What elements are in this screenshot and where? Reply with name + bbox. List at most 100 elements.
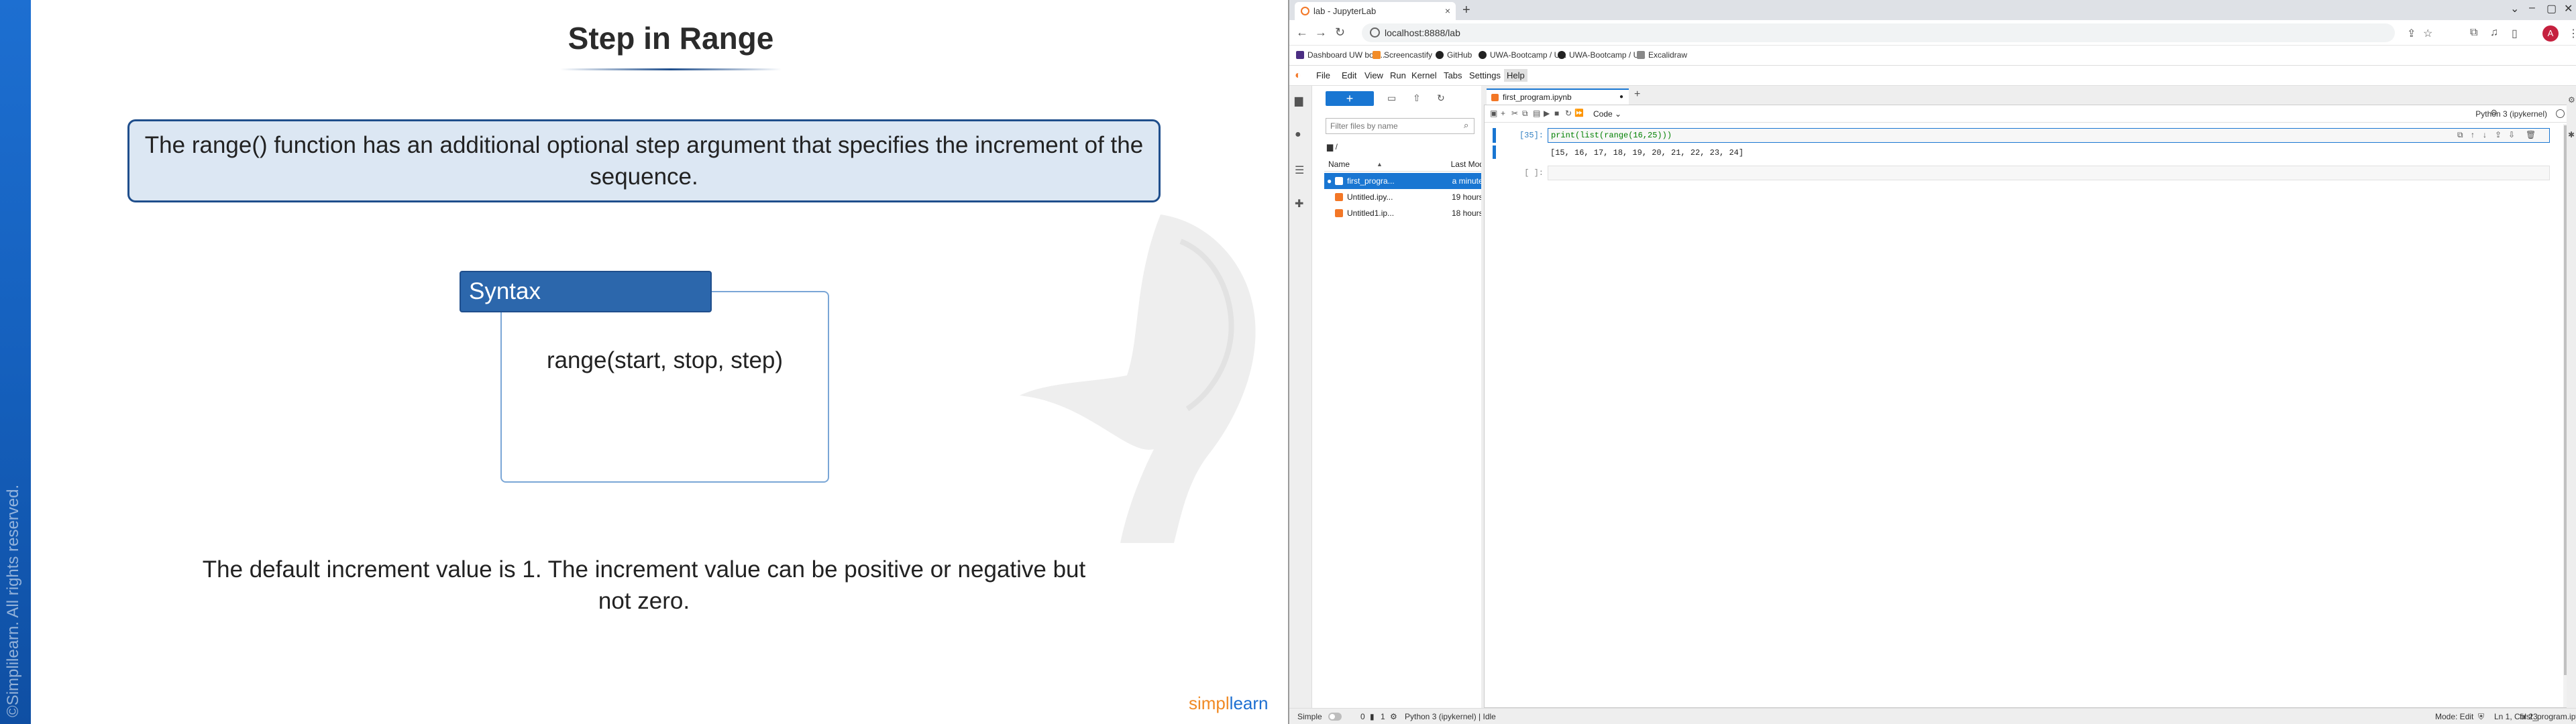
bookmark-item[interactable]: Dashboard UW boo... bbox=[1296, 50, 1385, 60]
paste-icon[interactable]: ▤ bbox=[1533, 109, 1540, 118]
copy-icon[interactable]: ⧉ bbox=[1522, 109, 1528, 119]
browser-tab[interactable]: lab - JupyterLab × bbox=[1295, 2, 1456, 20]
back-button[interactable]: ← bbox=[1296, 25, 1308, 40]
property-inspector-icon[interactable]: ⚙ bbox=[2568, 95, 2575, 105]
restart-icon[interactable]: ↻ bbox=[1565, 109, 1572, 118]
bookmark-item[interactable]: UWA-Bootcamp / U... bbox=[1558, 50, 1646, 60]
syntax-code: range(start, stop, step) bbox=[546, 347, 784, 373]
share-icon[interactable]: ⇪ bbox=[2407, 27, 2416, 40]
move-down-icon[interactable]: ↓ bbox=[2483, 130, 2487, 139]
kernel-name[interactable]: Python 3 (ipykernel) bbox=[2475, 109, 2547, 119]
code-cell-active[interactable]: [35]: print(list(range(16,25))) ⧉ ↑ ↓ ⇪ … bbox=[1487, 128, 2554, 162]
address-bar[interactable]: localhost:8888/lab bbox=[1362, 23, 2395, 42]
new-folder-icon[interactable]: ▭ bbox=[1387, 93, 1396, 104]
menu-help[interactable]: Help bbox=[1504, 69, 1527, 82]
bookmark-item[interactable]: UWA-Bootcamp / U... bbox=[1479, 50, 1566, 60]
code-cell[interactable]: [ ]: bbox=[1487, 166, 2554, 182]
star-icon[interactable]: ☆ bbox=[2423, 27, 2432, 40]
cell-output: [15, 16, 17, 18, 19, 20, 21, 22, 23, 24] bbox=[1550, 148, 1744, 158]
new-tab-button[interactable]: + bbox=[1462, 3, 1470, 18]
fast-forward-icon[interactable]: ⏩ bbox=[1574, 109, 1584, 117]
new-launcher-button[interactable]: + bbox=[1326, 91, 1374, 106]
document-tab-bar: first_program.ipynb ● + bbox=[1481, 86, 2576, 105]
tab-close-icon[interactable]: × bbox=[1445, 2, 1450, 20]
simple-mode-label: Simple bbox=[1297, 712, 1322, 721]
chevron-down-icon[interactable]: ⌄ bbox=[2510, 2, 2519, 15]
right-activity-bar: ⚙ ✱ bbox=[2567, 86, 2576, 709]
close-window-button[interactable]: ✕ bbox=[2564, 2, 2573, 15]
bookmark-item[interactable]: GitHub bbox=[1436, 50, 1472, 60]
status-file-name: first_program.ipynb bbox=[2520, 712, 2576, 721]
search-icon: ⌕ bbox=[1464, 120, 1469, 130]
unsaved-indicator-icon[interactable]: ● bbox=[1619, 90, 1623, 105]
notebook-icon bbox=[1335, 209, 1343, 217]
delete-cell-icon[interactable]: 🗑 bbox=[2526, 130, 2536, 139]
cell-type-select[interactable]: Code ⌄ bbox=[1591, 108, 1647, 120]
menu-settings[interactable]: Settings bbox=[1469, 70, 1501, 80]
browser-tab-strip: lab - JupyterLab × + ⌄ – ▢ ✕ bbox=[1289, 0, 2576, 20]
site-info-icon[interactable] bbox=[1370, 27, 1380, 38]
url-text: localhost:8888/lab bbox=[1385, 27, 1460, 38]
minimize-button[interactable]: – bbox=[2529, 2, 2535, 14]
folder-icon[interactable]: ▆ bbox=[1295, 94, 1303, 107]
file-row[interactable]: ● first_progra... a minute ago bbox=[1324, 173, 1504, 189]
maximize-button[interactable]: ▢ bbox=[2546, 2, 2557, 15]
run-icon[interactable]: ▶ bbox=[1544, 109, 1550, 118]
insert-cell-icon[interactable]: + bbox=[1501, 109, 1505, 118]
slide-title: Step in Range bbox=[568, 21, 774, 56]
duplicate-cell-icon[interactable]: ⧉ bbox=[2457, 130, 2463, 140]
cut-icon[interactable]: ✂ bbox=[1511, 109, 1518, 118]
refresh-icon[interactable]: ↻ bbox=[1437, 93, 1445, 104]
reload-button[interactable]: ↻ bbox=[1335, 25, 1345, 40]
bookmark-item[interactable]: Screencastify bbox=[1373, 50, 1432, 60]
kernel-icon[interactable]: ⚙ bbox=[1390, 709, 1397, 724]
menu-edit[interactable]: Edit bbox=[1342, 70, 1356, 80]
add-tab-button[interactable]: + bbox=[1634, 88, 1640, 101]
sort-icon[interactable]: ▲ bbox=[1377, 157, 1383, 172]
kernels-count: 1 bbox=[1381, 712, 1385, 721]
syntax-header: Syntax bbox=[460, 271, 712, 312]
media-icon[interactable]: ♫ bbox=[2490, 27, 2498, 39]
forward-button[interactable]: → bbox=[1315, 25, 1327, 40]
statue-watermark bbox=[1020, 215, 1256, 543]
save-icon[interactable]: ▣ bbox=[1490, 109, 1497, 118]
output-collapser[interactable] bbox=[1493, 145, 1496, 159]
notebook-tab[interactable]: first_program.ipynb ● bbox=[1487, 88, 1629, 105]
input-collapser[interactable] bbox=[1493, 128, 1496, 143]
mode-indicator: Mode: Edit bbox=[2435, 712, 2474, 721]
file-browser: + ▭ ⇧ ↻ ⌕ ▆ / Name ▲ Last Modified ● fir… bbox=[1312, 86, 1507, 709]
code-editor[interactable]: print(list(range(16,25))) bbox=[1548, 128, 2550, 143]
profile-avatar[interactable]: A bbox=[2542, 25, 2559, 42]
menu-view[interactable]: View bbox=[1364, 70, 1383, 80]
shield-icon[interactable]: ⛨ bbox=[2478, 709, 2484, 724]
file-row[interactable]: Untitled.ipy... 19 hours ago bbox=[1324, 189, 1504, 205]
sidebar-icon[interactable]: ▯ bbox=[2512, 27, 2518, 40]
menu-tabs[interactable]: Tabs bbox=[1444, 70, 1462, 80]
code-editor[interactable] bbox=[1548, 166, 2550, 180]
extensions-icon[interactable]: ✚ bbox=[1295, 197, 1303, 210]
stop-icon[interactable]: ■ bbox=[1554, 109, 1559, 118]
breadcrumb[interactable]: ▆ / bbox=[1327, 142, 1338, 152]
screen: ©Simplilearn. All rights reserved. Step … bbox=[0, 0, 2576, 724]
insert-above-icon[interactable]: ⇪ bbox=[2495, 130, 2502, 139]
menu-kernel[interactable]: Kernel bbox=[1411, 70, 1437, 80]
copyright-text: ©Simplilearn. All rights reserved. bbox=[4, 484, 22, 717]
menu-run[interactable]: Run bbox=[1390, 70, 1406, 80]
bookmark-item[interactable]: Excalidraw bbox=[1637, 50, 1687, 60]
file-row[interactable]: Untitled1.ip... 18 hours ago bbox=[1324, 205, 1504, 221]
kernel-status-text[interactable]: Python 3 (ipykernel) | Idle bbox=[1405, 709, 1496, 724]
insert-below-icon[interactable]: ⇩ bbox=[2508, 130, 2515, 139]
terminal-icon[interactable]: ▮ bbox=[1370, 709, 1375, 724]
running-icon[interactable]: ● bbox=[1295, 129, 1301, 141]
toc-icon[interactable]: ☰ bbox=[1295, 164, 1304, 177]
simple-mode-toggle[interactable] bbox=[1328, 713, 1342, 721]
debugger-icon[interactable]: ✱ bbox=[2568, 130, 2575, 139]
move-up-icon[interactable]: ↑ bbox=[2471, 130, 2475, 139]
upload-icon[interactable]: ⇧ bbox=[1413, 93, 1421, 104]
menu-dots-icon[interactable]: ⋮ bbox=[2568, 27, 2576, 40]
extension-icon[interactable]: ⧉ bbox=[2470, 27, 2477, 39]
file-filter-input[interactable] bbox=[1326, 118, 1474, 134]
jupyterlab-app: ◐ File Edit View Run Kernel Tabs Setting… bbox=[1289, 66, 2576, 724]
menu-file[interactable]: File bbox=[1316, 70, 1330, 80]
column-name[interactable]: Name bbox=[1328, 157, 1350, 172]
